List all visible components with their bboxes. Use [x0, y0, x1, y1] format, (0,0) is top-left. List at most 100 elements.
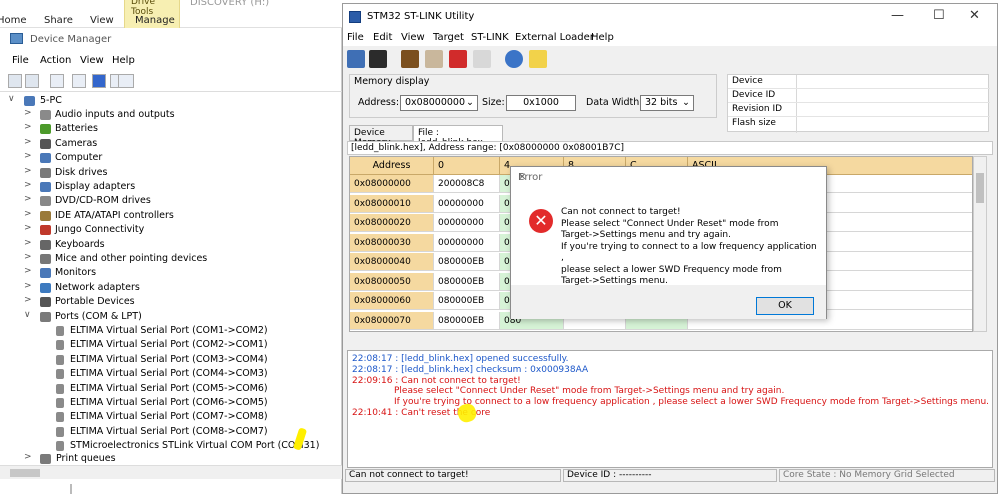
forward-icon[interactable]: [25, 74, 39, 88]
grid-address-cell[interactable]: 0x08000080: [350, 331, 434, 332]
ribbon-tab-home[interactable]: Home: [0, 15, 27, 26]
error-dialog-footer: OK: [511, 285, 826, 319]
chevron-right-icon[interactable]: >: [24, 238, 32, 248]
grid-cell[interactable]: ....ë...........: [688, 331, 973, 332]
open-file-icon[interactable]: [347, 50, 365, 68]
chevron-right-icon[interactable]: >: [24, 209, 32, 219]
status-device-id: Device ID : ----------: [563, 469, 777, 482]
tree-item-label: ELTIMA Virtual Serial Port (COM7->COM8): [70, 411, 268, 423]
chevron-right-icon[interactable]: >: [24, 166, 32, 176]
ribbon-tab-manage[interactable]: Manage: [135, 15, 175, 26]
chevron-right-icon[interactable]: >: [24, 223, 32, 233]
grid-address-cell[interactable]: 0x08000020: [350, 214, 434, 232]
chevron-right-icon[interactable]: >: [24, 281, 32, 291]
close-icon[interactable]: ✕: [969, 8, 980, 23]
error-dialog-titlebar: Error ✕: [511, 167, 826, 189]
tab-device-memory[interactable]: Device Memory: [349, 125, 413, 148]
data-width-select[interactable]: 32 bits ⌄: [640, 95, 694, 111]
save-icon[interactable]: [369, 50, 387, 68]
grid-cell[interactable]: 080000EB: [434, 253, 500, 271]
chevron-right-icon[interactable]: >: [24, 122, 32, 132]
grid-cell[interactable]: 080000EB: [434, 292, 500, 310]
dm-menu-action[interactable]: Action: [40, 55, 71, 66]
error-message: Can not connect to target! Please select …: [561, 207, 821, 288]
ok-button[interactable]: OK: [756, 297, 814, 315]
help-icon[interactable]: [92, 74, 106, 88]
address-select[interactable]: 0x08000000 ⌄: [400, 95, 478, 111]
error-message-line: Please select "Connect Under Reset" mode…: [561, 218, 779, 229]
program-icon[interactable]: [473, 50, 491, 68]
disconnect-icon[interactable]: [425, 50, 443, 68]
properties-icon[interactable]: [50, 74, 64, 88]
erase-icon[interactable]: [449, 50, 467, 68]
st-menu-file[interactable]: File: [347, 32, 364, 43]
chevron-down-icon[interactable]: ∨: [24, 310, 31, 320]
close-icon[interactable]: ✕: [518, 172, 818, 183]
tree-item-label: Jungo Connectivity: [55, 224, 145, 236]
size-input[interactable]: 0x1000: [506, 95, 576, 111]
device-manager-title: Device Manager: [30, 34, 112, 45]
battery-icon: [40, 124, 51, 135]
st-menu-stlink[interactable]: ST-LINK: [471, 32, 509, 43]
connect-icon[interactable]: [401, 50, 419, 68]
grid-cell[interactable]: 080000EB: [434, 272, 500, 291]
tab-file-ledd-blink[interactable]: File : ledd_blink.hex: [413, 125, 503, 148]
grid-cell[interactable]: 200008C8: [434, 175, 500, 193]
grid-cell[interactable]: 00000000: [434, 233, 500, 252]
st-menu-help[interactable]: Help: [591, 32, 614, 43]
dm-menu-view[interactable]: View: [80, 55, 104, 66]
grid-address-cell[interactable]: 0x08000060: [350, 292, 434, 310]
grid-address-cell[interactable]: 0x08000070: [350, 311, 434, 330]
chevron-right-icon[interactable]: >: [24, 137, 32, 147]
chevron-down-icon[interactable]: ∨: [8, 94, 15, 104]
chevron-right-icon[interactable]: >: [24, 266, 32, 276]
drive-tools-tab[interactable]: Drive Tools Manage: [124, 0, 180, 28]
tree-item-label: Batteries: [55, 123, 98, 135]
log-line: 22:08:17 : [ledd_blink.hex] checksum : 0…: [352, 364, 589, 375]
st-menu-target[interactable]: Target: [433, 32, 464, 43]
grid-address-cell[interactable]: 0x08000030: [350, 233, 434, 252]
grid-cell[interactable]: 00000000: [434, 214, 500, 232]
minimize-icon[interactable]: —: [891, 8, 904, 23]
grid-address-cell[interactable]: 0x08000040: [350, 253, 434, 271]
monitor-scan-icon[interactable]: [118, 74, 134, 88]
grid-cell[interactable]: 00000000: [626, 331, 688, 332]
chevron-right-icon[interactable]: >: [24, 151, 32, 161]
keyboard-icon: [40, 239, 51, 250]
chevron-right-icon[interactable]: >: [24, 108, 32, 118]
st-menu-external-loader[interactable]: External Loader: [515, 32, 594, 43]
swv-icon[interactable]: [529, 50, 547, 68]
maximize-icon[interactable]: ☐: [933, 8, 945, 23]
grid-cell[interactable]: 080000EB: [434, 311, 500, 330]
grid-address-cell[interactable]: 0x08000050: [350, 272, 434, 291]
tree-item-label: Display adapters: [55, 181, 136, 192]
grid-cell[interactable]: 00000000: [434, 331, 500, 332]
camera-icon: [40, 138, 51, 149]
grid-cell[interactable]: 00000000: [434, 194, 500, 213]
scroll-thumb[interactable]: [10, 469, 40, 477]
grid-address-cell[interactable]: 0x08000000: [350, 175, 434, 193]
port-icon: [40, 311, 51, 322]
st-menu-view[interactable]: View: [401, 32, 425, 43]
scroll-thumb[interactable]: [976, 173, 984, 203]
dm-menu-file[interactable]: File: [12, 55, 29, 66]
mcu-core-icon[interactable]: [505, 50, 523, 68]
grid-cell[interactable]: 080000EB: [500, 331, 564, 332]
details-icon[interactable]: [72, 74, 86, 88]
dm-menu-help[interactable]: Help: [112, 55, 135, 66]
device-info-row: Revision ID: [728, 103, 990, 117]
chevron-right-icon[interactable]: >: [24, 252, 32, 262]
chevron-right-icon[interactable]: >: [24, 452, 32, 462]
grid-address-cell[interactable]: 0x08000010: [350, 194, 434, 213]
device-tree-hscrollbar[interactable]: [0, 465, 342, 479]
st-menu-edit[interactable]: Edit: [373, 32, 392, 43]
chevron-right-icon[interactable]: >: [24, 295, 32, 305]
back-icon[interactable]: [8, 74, 22, 88]
memory-grid-vscrollbar[interactable]: [973, 156, 987, 332]
chevron-right-icon[interactable]: >: [24, 180, 32, 190]
ribbon-tab-view[interactable]: View: [90, 15, 114, 26]
ribbon-tab-share[interactable]: Share: [44, 15, 73, 26]
device-manager-menubar: File Action View Help: [0, 52, 342, 70]
chevron-right-icon[interactable]: >: [24, 194, 32, 204]
grid-cell[interactable]: 00000000: [564, 331, 626, 332]
